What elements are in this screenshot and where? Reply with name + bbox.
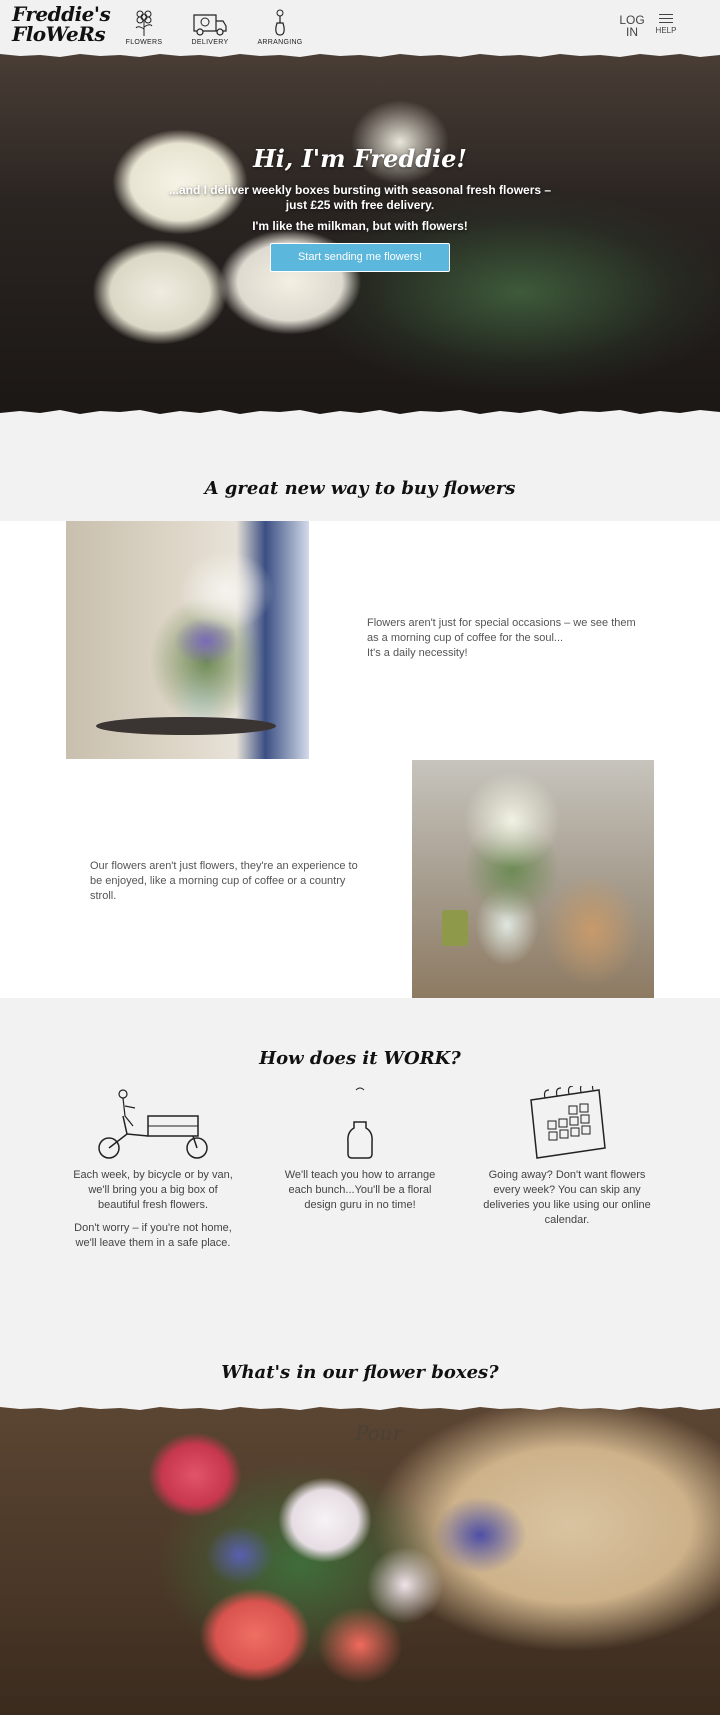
help-label: HELP — [655, 26, 677, 35]
candle-shape — [442, 910, 468, 946]
how-step-1-text2: Don't worry – if you're not home, we'll … — [74, 1222, 232, 1249]
table-shape — [96, 717, 276, 735]
hero-subtitle: ...and I deliver weekly boxes bursting w… — [168, 183, 552, 212]
site-header: Freddie's FloWeRs FLOWERS DELIVERY ARRAN… — [0, 0, 720, 52]
torn-edge-top — [0, 52, 720, 57]
intro-text-2: Our flowers aren't just flowers, they're… — [90, 860, 358, 902]
vase-icon — [275, 9, 285, 36]
box-printed-text: Pour — [355, 1421, 403, 1445]
intro-section-title: A great new way to buy flowers — [204, 478, 516, 499]
how-section-title: How does it WORK? — [259, 1048, 461, 1069]
bouquet-photo-1 — [66, 521, 309, 759]
hamburger-menu-icon — [659, 14, 673, 23]
intro-text-1-line1: Flowers aren't just for special occasion… — [367, 617, 636, 644]
how-step-1-text: Each week, by bicycle or by van, we'll b… — [73, 1169, 233, 1211]
calendar-icon — [530, 1086, 606, 1159]
jar-vase-icon — [347, 1087, 373, 1159]
start-sending-button[interactable]: Start sending me flowers! — [270, 243, 450, 272]
intro-text-1: Flowers aren't just for special occasion… — [367, 616, 637, 661]
nav-delivery-label: DELIVERY — [191, 39, 229, 46]
nav-flowers[interactable]: FLOWERS — [124, 9, 164, 46]
flower-icon — [135, 10, 153, 36]
freddies-flowers-logo[interactable]: Freddie's FloWeRs — [12, 2, 111, 46]
login-link[interactable]: LOG IN — [618, 14, 646, 38]
hero-tagline: I'm like the milkman, but with flowers! — [252, 219, 468, 233]
logo-line-2: FloWeRs — [12, 22, 106, 46]
boxes-section-title: What's in our flower boxes? — [221, 1362, 499, 1383]
hero-title: Hi, I'm Freddie! — [253, 144, 467, 173]
logo-line-1: Freddie's — [12, 2, 111, 26]
how-step-arrange: We'll teach you how to arrange each bunc… — [275, 1080, 445, 1213]
delivery-bicycle-icon — [98, 1089, 208, 1159]
how-step-delivery: Each week, by bicycle or by van, we'll b… — [68, 1080, 238, 1251]
torn-edge-photo-top — [0, 1405, 720, 1410]
intro-text-1-line2: It's a daily necessity! — [367, 647, 468, 659]
nav-delivery[interactable]: DELIVERY — [188, 9, 232, 46]
hero-content: Hi, I'm Freddie! ...and I deliver weekly… — [160, 144, 560, 272]
nav-flowers-label: FLOWERS — [125, 39, 163, 46]
how-step-3-text: Going away? Don't want flowers every wee… — [483, 1169, 651, 1226]
how-step-2-text: We'll teach you how to arrange each bunc… — [284, 1169, 436, 1211]
hero-banner: Hi, I'm Freddie! ...and I deliver weekly… — [0, 52, 720, 416]
torn-edge-bottom — [0, 410, 720, 416]
delivery-van-icon — [193, 14, 227, 36]
flower-box-photo: Pour — [0, 1405, 720, 1715]
bouquet-photo-2 — [412, 760, 654, 998]
help-menu-button[interactable]: HELP — [652, 14, 680, 35]
nav-arranging-label: ARRANGING — [257, 39, 303, 46]
how-step-skip: Going away? Don't want flowers every wee… — [482, 1080, 652, 1228]
nav-arranging[interactable]: ARRANGING — [255, 9, 305, 46]
